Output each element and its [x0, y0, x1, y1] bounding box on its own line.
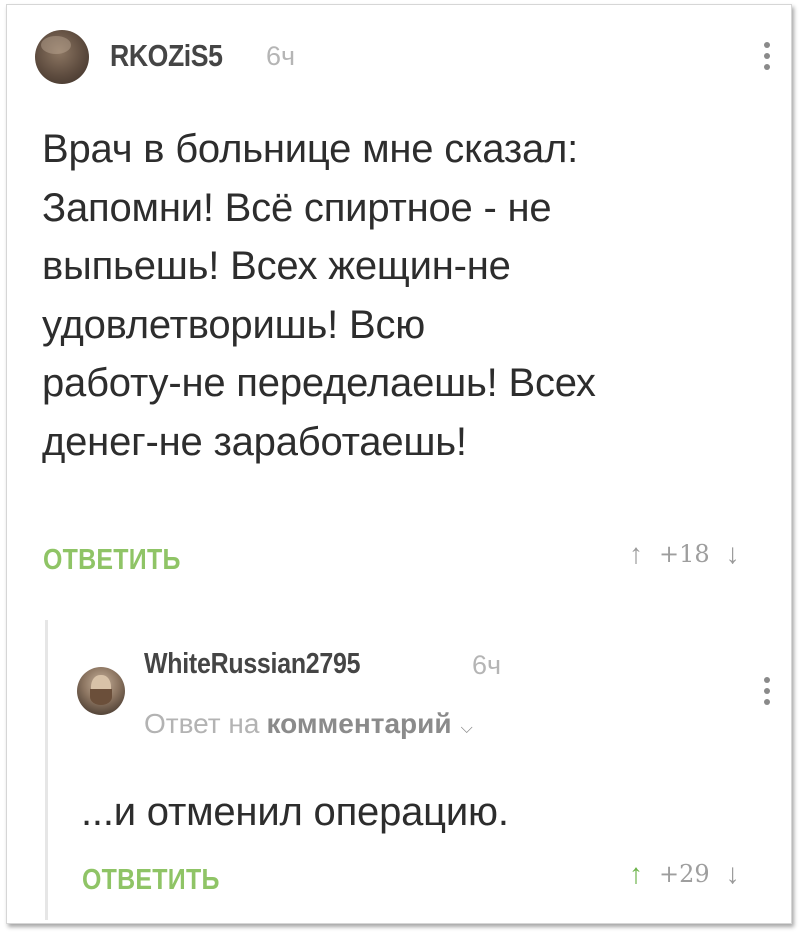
- comment-author[interactable]: RKOZiS5: [110, 38, 223, 74]
- reply-to-prefix: Ответ на: [144, 708, 260, 739]
- reply-button[interactable]: ОТВЕТИТЬ: [43, 544, 181, 577]
- score: +29: [659, 860, 710, 888]
- comment-line: денег-не заработаешь!: [42, 419, 467, 464]
- comment-time: 6ч: [266, 41, 296, 71]
- comment-line: Запомни! Всё спиртное - не: [42, 185, 552, 230]
- avatar[interactable]: [35, 30, 89, 84]
- vote-controls: ↑ +29 ↓: [629, 858, 740, 890]
- comment-line: удовлетворишь! Всю: [42, 302, 426, 347]
- reply-to-link[interactable]: комментарий: [266, 708, 451, 740]
- chevron-down-icon[interactable]: ⌵: [461, 720, 473, 738]
- arrow-down-icon[interactable]: ↓: [726, 858, 740, 890]
- reply-author[interactable]: WhiteRussian2795: [144, 648, 361, 681]
- comment-card: RKOZiS5 6ч Врач в больнице мне сказал: З…: [6, 4, 792, 924]
- arrow-up-icon[interactable]: ↑: [629, 538, 643, 570]
- vote-controls: ↑ +18 ↓: [629, 538, 740, 570]
- arrow-up-icon[interactable]: ↑: [629, 858, 643, 890]
- score: +18: [659, 540, 710, 568]
- reply-to-line: Ответ на комментарий ⌵: [144, 708, 473, 740]
- reply-text: ...и отменил операцию.: [81, 790, 509, 834]
- comment-line: Врач в больнице мне сказал:: [42, 127, 579, 171]
- kebab-menu-icon[interactable]: [762, 677, 772, 705]
- thread-line[interactable]: [45, 620, 48, 920]
- comment-line: работу-не переделаешь! Всех: [42, 361, 596, 405]
- reply-time: 6ч: [472, 650, 502, 680]
- comment-line: выпьешь! Всех жещин-не: [42, 244, 511, 288]
- kebab-menu-icon[interactable]: [762, 42, 772, 70]
- comment-text: Врач в больнице мне сказал: Запомни! Всё…: [42, 120, 782, 471]
- arrow-down-icon[interactable]: ↓: [726, 538, 740, 570]
- avatar[interactable]: [77, 667, 125, 715]
- reply-button[interactable]: ОТВЕТИТЬ: [82, 864, 220, 897]
